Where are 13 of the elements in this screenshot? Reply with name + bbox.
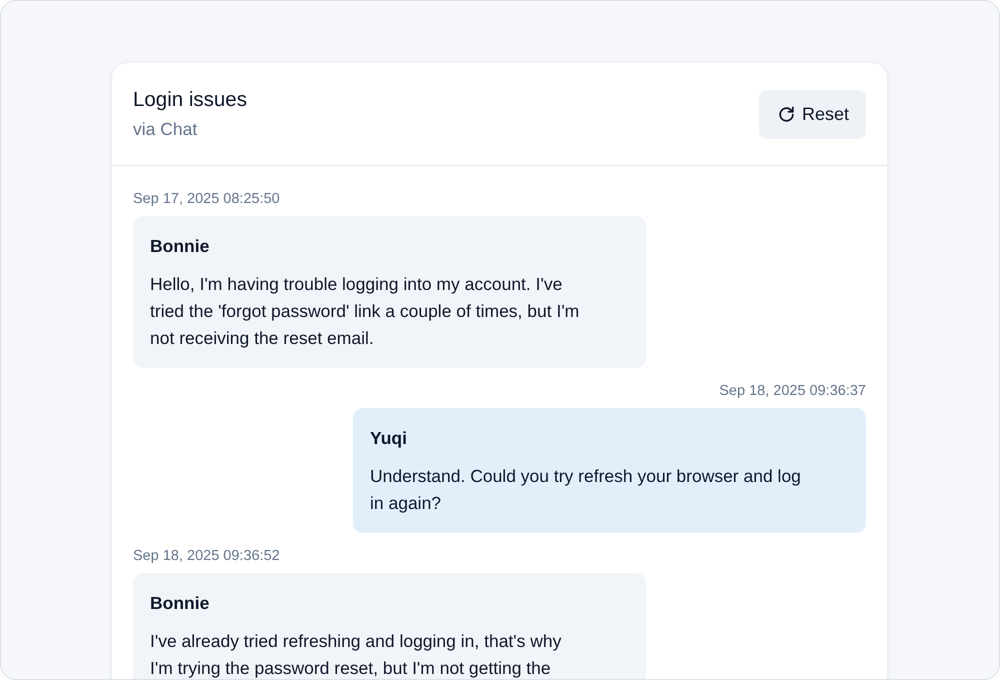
sender-name: Bonnie xyxy=(150,235,210,258)
message-text: I've already tried refreshing and logging in, that's why I'm trying the password reset, but I'm not getting the xyxy=(150,630,562,679)
message-timestamp: Sep 17, 2025 08:25:50 xyxy=(133,190,280,208)
message-timestamp: Sep 18, 2025 09:36:37 xyxy=(719,382,866,400)
channel-label: via Chat xyxy=(133,118,198,141)
message-timestamp: Sep 18, 2025 09:36:52 xyxy=(133,547,280,565)
sender-name: Yuqi xyxy=(370,427,408,450)
message-text: Understand. Could you try refresh your browser and log in again? xyxy=(370,465,802,515)
conversation-title: Login issues xyxy=(133,87,247,113)
message-text: Hello, I'm having trouble logging into my account. I've tried the 'forgot password' link a couple of times, but I'm not receiving the reset email. xyxy=(150,273,580,350)
sender-name: Bonnie xyxy=(150,592,210,615)
reset-button[interactable]: Reset xyxy=(758,90,866,139)
refresh-icon xyxy=(776,105,796,124)
